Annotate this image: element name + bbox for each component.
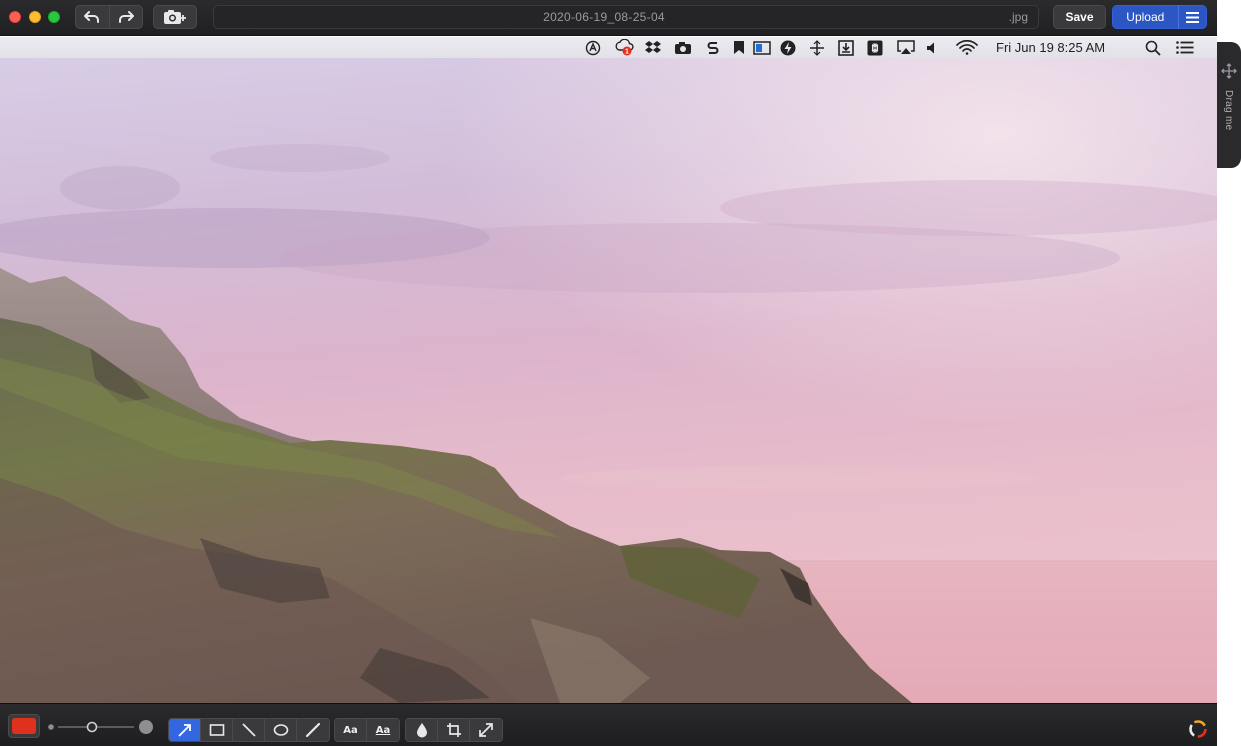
- move-icon: [1221, 63, 1237, 79]
- dropbox-icon: [644, 39, 662, 56]
- filename-input[interactable]: 2020-06-19_08-25-04: [214, 10, 994, 24]
- title-bar: 2020-06-19_08-25-04 .jpg Save Upload: [0, 0, 1217, 36]
- capture-canvas[interactable]: 1 Fri Jun 19 8:25 AM: [0, 37, 1217, 703]
- camera-icon: [673, 39, 693, 56]
- ellipse-tool-button[interactable]: [265, 719, 297, 741]
- cloud-badge-icon: 1: [614, 39, 636, 56]
- volume-icon: [924, 39, 942, 56]
- list-icon: [1175, 39, 1195, 56]
- captured-menubar: 1 Fri Jun 19 8:25 AM: [0, 37, 1217, 58]
- resize-tool-button[interactable]: [470, 719, 502, 741]
- command-icon: [866, 39, 884, 56]
- airplay-icon: [896, 39, 916, 56]
- app-circle-icon: [584, 39, 602, 56]
- bookmark-icon: [730, 39, 748, 56]
- text-tools-group: Aa Aa: [334, 718, 400, 742]
- redo-icon: [118, 11, 134, 23]
- grid-icon: [808, 39, 826, 56]
- line-icon: [241, 723, 256, 737]
- crop-tool-button[interactable]: [438, 719, 470, 741]
- ellipse-icon: [273, 724, 288, 736]
- pencil-icon: [305, 722, 321, 738]
- expand-icon: [479, 723, 493, 737]
- text-tool-label: Aa: [343, 724, 358, 736]
- drag-handle-label: Drag me: [1223, 90, 1234, 131]
- screenshot-editor-window: 2020-06-19_08-25-04 .jpg Save Upload 1 F…: [0, 0, 1241, 746]
- file-extension: .jpg: [1008, 10, 1028, 24]
- upload-button-group: Upload: [1112, 5, 1207, 29]
- text-tool-button[interactable]: Aa: [335, 719, 367, 741]
- color-picker-button[interactable]: [8, 714, 40, 738]
- drop-icon: [416, 723, 427, 738]
- lightning-icon: [779, 39, 797, 56]
- notification-badge: 1: [625, 49, 629, 56]
- search-icon: [1144, 39, 1162, 56]
- upload-button[interactable]: Upload: [1113, 10, 1178, 24]
- s-icon: [704, 39, 722, 56]
- download-icon: [837, 39, 855, 56]
- blur-tool-button[interactable]: [406, 719, 438, 741]
- line-tool-button[interactable]: [233, 719, 265, 741]
- arrow-icon: [177, 724, 191, 737]
- save-button[interactable]: Save: [1053, 5, 1106, 29]
- landscape-wallpaper-image: [0, 58, 1217, 703]
- upload-menu-button[interactable]: [1179, 11, 1206, 23]
- rectangle-tool-button[interactable]: [201, 719, 233, 741]
- color-chip: [12, 718, 36, 734]
- drag-handle[interactable]: Drag me: [1217, 42, 1241, 168]
- minimize-window-button[interactable]: [29, 11, 41, 23]
- annotation-toolbar: Aa Aa: [0, 703, 1217, 746]
- rectangle-icon: [209, 724, 224, 736]
- undo-redo-group: [75, 5, 143, 29]
- filename-field[interactable]: 2020-06-19_08-25-04 .jpg: [213, 5, 1039, 29]
- hamburger-icon: [1185, 11, 1199, 23]
- window-icon: [752, 39, 772, 56]
- redo-button[interactable]: [109, 6, 142, 28]
- arrow-tool-button[interactable]: [169, 719, 201, 741]
- undo-button[interactable]: [76, 6, 109, 28]
- maximize-window-button[interactable]: [48, 11, 60, 23]
- close-window-button[interactable]: [9, 11, 21, 23]
- pen-tool-button[interactable]: [297, 719, 329, 741]
- wifi-icon: [956, 39, 978, 56]
- sync-spinner-icon: [1189, 720, 1207, 738]
- menubar-clock: Fri Jun 19 8:25 AM: [996, 40, 1106, 55]
- stroke-width-slider[interactable]: [46, 718, 156, 736]
- edit-tools-group: [405, 718, 503, 742]
- text-style-button[interactable]: Aa: [367, 719, 399, 741]
- new-capture-button[interactable]: [153, 5, 197, 29]
- crop-icon: [446, 723, 461, 737]
- shape-tools-group: [168, 718, 330, 742]
- text-style-label: Aa: [375, 724, 391, 736]
- camera-plus-icon: [164, 10, 186, 24]
- undo-icon: [84, 11, 100, 23]
